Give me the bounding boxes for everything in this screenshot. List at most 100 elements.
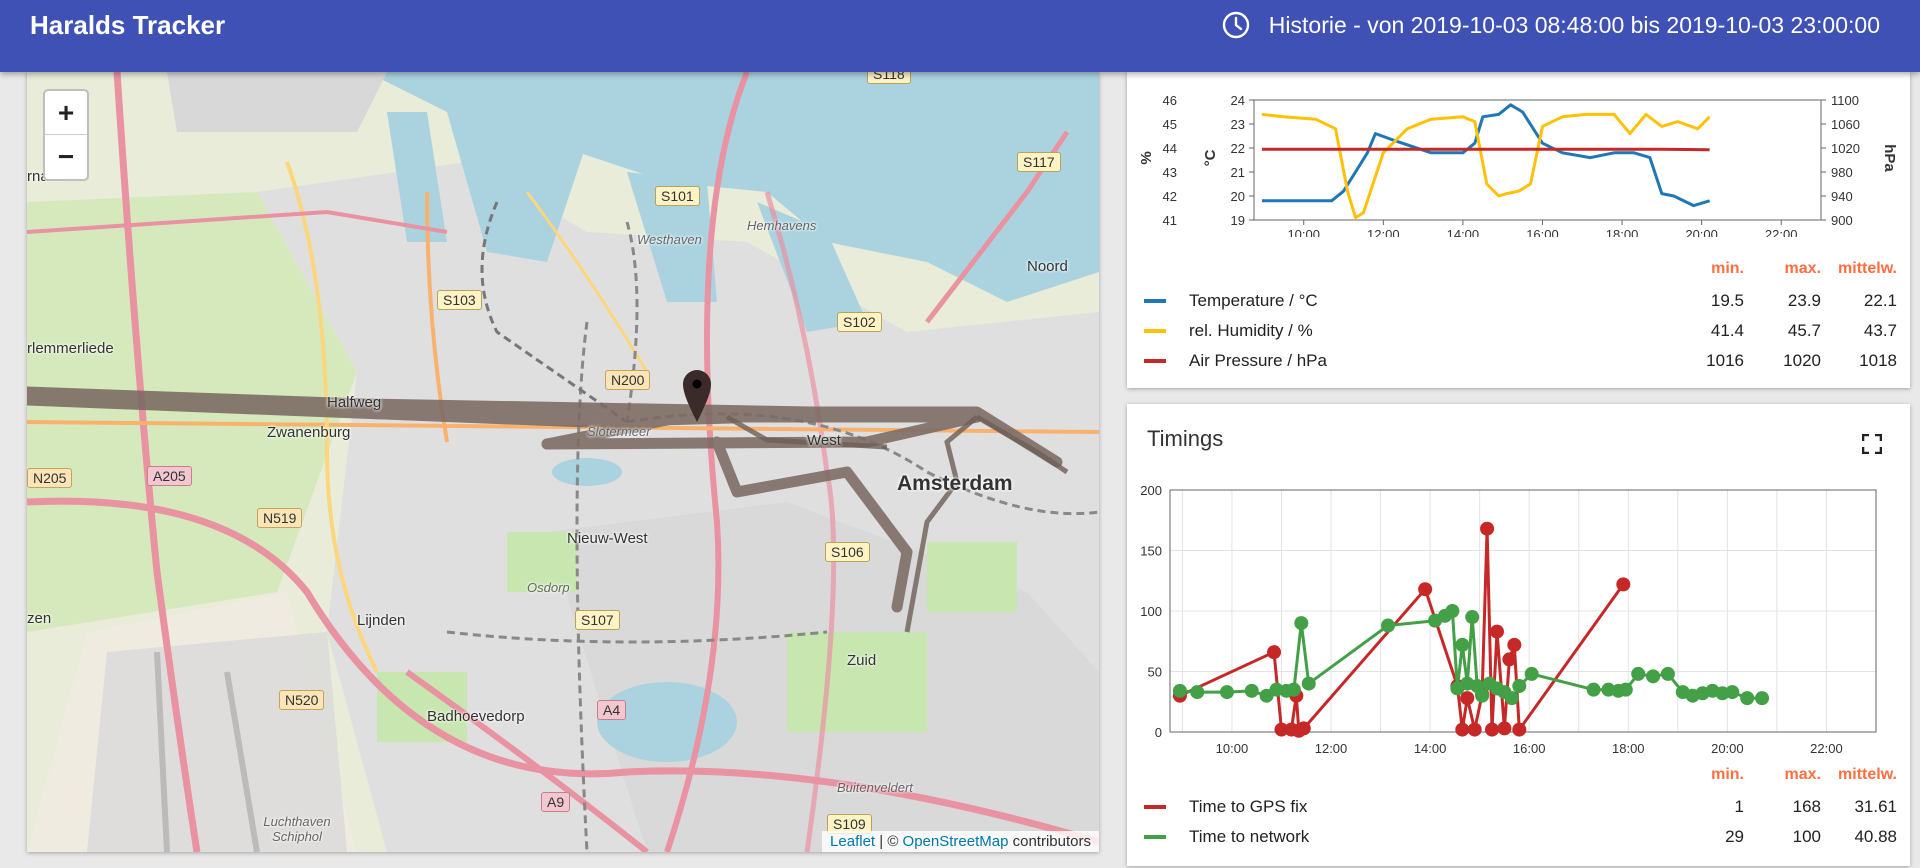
stats-value-max: 45.7	[1787, 321, 1821, 340]
legend-label: Air Pressure / hPa	[1189, 351, 1327, 370]
road-shield: S106	[825, 542, 870, 562]
map-tiles[interactable]	[27, 72, 1099, 852]
road-shield: S107	[575, 610, 620, 630]
data-point	[1219, 685, 1234, 700]
x-tick-label: 14:00	[1447, 227, 1480, 237]
data-point	[1480, 521, 1495, 536]
data-point	[1172, 683, 1187, 698]
plot-frame	[1253, 99, 1822, 221]
y-tick-label: 1100	[1831, 93, 1859, 108]
stats-header-avg: mittelw.	[1838, 766, 1897, 783]
y-tick-label: 940	[1831, 189, 1853, 204]
stats-value-avg: 43.7	[1863, 321, 1897, 340]
data-point	[1512, 722, 1527, 737]
y-tick-label: 200	[1140, 483, 1162, 498]
app-header: Haralds Tracker Historie - von 2019-10-0…	[0, 0, 1920, 72]
map-label: Zwanenburg	[267, 424, 351, 441]
x-tick-label: 16:00	[1513, 741, 1546, 756]
fullscreen-icon[interactable]	[1862, 434, 1882, 454]
road-shield: A9	[541, 792, 571, 812]
road-shield: N205	[27, 468, 73, 488]
map-label: Zuid	[847, 652, 877, 669]
map-label: rlemmerliede	[27, 340, 114, 357]
y-tick-label: 50	[1148, 665, 1162, 680]
y-tick-label: 980	[1831, 165, 1853, 180]
stats-row: Time to GPS fix 1 168 31.61	[1139, 792, 1899, 822]
y-tick-label: 22	[1231, 141, 1245, 156]
y-tick-label: 1020	[1831, 141, 1860, 156]
zoom-out-button[interactable]: −	[45, 135, 87, 179]
stats-value-avg: 40.88	[1854, 827, 1897, 846]
data-point	[1465, 610, 1480, 625]
y-tick-label: 1060	[1831, 117, 1860, 132]
stats-header-max: max.	[1784, 766, 1821, 783]
leaflet-link[interactable]: Leaflet	[830, 833, 875, 850]
data-point	[1504, 691, 1519, 706]
data-point	[1725, 685, 1740, 700]
data-point	[1455, 722, 1470, 737]
legend-label: Time to network	[1189, 827, 1310, 846]
y-tick-label: 20	[1231, 189, 1245, 204]
stats-header: min. max. mittelw.	[1139, 766, 1899, 792]
legend-swatch	[1144, 359, 1166, 363]
temperature-axis-label: °C	[1202, 149, 1219, 166]
data-point	[1497, 721, 1512, 736]
map-label: Buitenveldert	[837, 780, 913, 795]
map-label: Osdorp	[527, 580, 570, 595]
x-tick-label: 14:00	[1414, 741, 1447, 756]
road-shield: N519	[257, 508, 303, 528]
history-range[interactable]: Historie - von 2019-10-03 08:48:00 bis 2…	[1221, 10, 1880, 40]
map-attribution: Leaflet | © OpenStreetMap contributors	[822, 831, 1099, 852]
stats-header-min: min.	[1711, 766, 1744, 783]
data-point	[1755, 691, 1770, 706]
stats-value-min: 1	[1734, 797, 1744, 816]
data-point	[1286, 682, 1301, 697]
map-panel[interactable]: + − Amsterdam West Nieuw-West Zuid Noord Half…	[27, 72, 1099, 852]
stats-value-avg: 1018	[1859, 351, 1897, 370]
data-point	[1616, 577, 1631, 592]
zoom-in-button[interactable]: +	[45, 91, 87, 135]
road-shield: S103	[437, 290, 482, 310]
data-point	[1618, 682, 1633, 697]
zoom-control[interactable]: + −	[43, 89, 89, 181]
x-tick-label: 12:00	[1367, 227, 1400, 237]
x-tick-label: 22:00	[1765, 227, 1798, 237]
app-title: Haralds Tracker	[30, 10, 226, 40]
road-shield: A205	[147, 466, 192, 486]
map-label: Luchthaven Schiphol	[263, 814, 331, 844]
osm-link[interactable]: OpenStreetMap	[903, 833, 1009, 850]
stats-value-max: 168	[1792, 797, 1821, 816]
y-tick-label: 100	[1140, 604, 1162, 619]
y-tick-label: 900	[1831, 213, 1853, 228]
environment-chart: 10:00 12:00 14:00 16:00 18:00 20:00 22:00 41 42 4…	[1138, 93, 1898, 242]
legend-swatch	[1144, 805, 1166, 809]
data-point	[1502, 652, 1517, 667]
legend-label: Time to GPS fix	[1189, 797, 1308, 816]
timings-title: Timings	[1147, 426, 1224, 451]
map-label: Slotermeer	[587, 424, 651, 439]
map-label: Westhaven	[637, 232, 702, 247]
stats-row: Temperature / °C 19.5 23.9 22.1	[1139, 286, 1899, 316]
stats-row: Air Pressure / hPa 1016 1020 1018	[1139, 346, 1899, 376]
timings-chart: 10:00 12:00 14:00 16:00 18:00 20:00 22:00 0 50 10…	[1140, 483, 1877, 756]
stats-header-avg: mittelw.	[1838, 260, 1897, 277]
data-point	[1294, 616, 1309, 631]
y-tick-label: 44	[1163, 141, 1177, 156]
x-tick-label: 18:00	[1606, 227, 1639, 237]
series-line	[1262, 147, 1710, 152]
data-point	[1296, 721, 1311, 736]
x-tick-label: 20:00	[1685, 227, 1718, 237]
data-point	[1475, 688, 1490, 703]
stats-value-max: 23.9	[1787, 291, 1821, 310]
data-point	[1301, 676, 1316, 691]
y-tick-label: 24	[1231, 93, 1245, 108]
data-point	[1485, 722, 1500, 737]
x-tick-label: 12:00	[1315, 741, 1348, 756]
data-point	[1489, 624, 1504, 639]
x-tick-label: 10:00	[1216, 741, 1249, 756]
stats-value-min: 1016	[1706, 351, 1744, 370]
map-label: zen	[27, 610, 52, 627]
stats-value-avg: 22.1	[1863, 291, 1897, 310]
map-label: Badhoevedorp	[427, 708, 525, 725]
legend-label: Temperature / °C	[1189, 291, 1318, 310]
